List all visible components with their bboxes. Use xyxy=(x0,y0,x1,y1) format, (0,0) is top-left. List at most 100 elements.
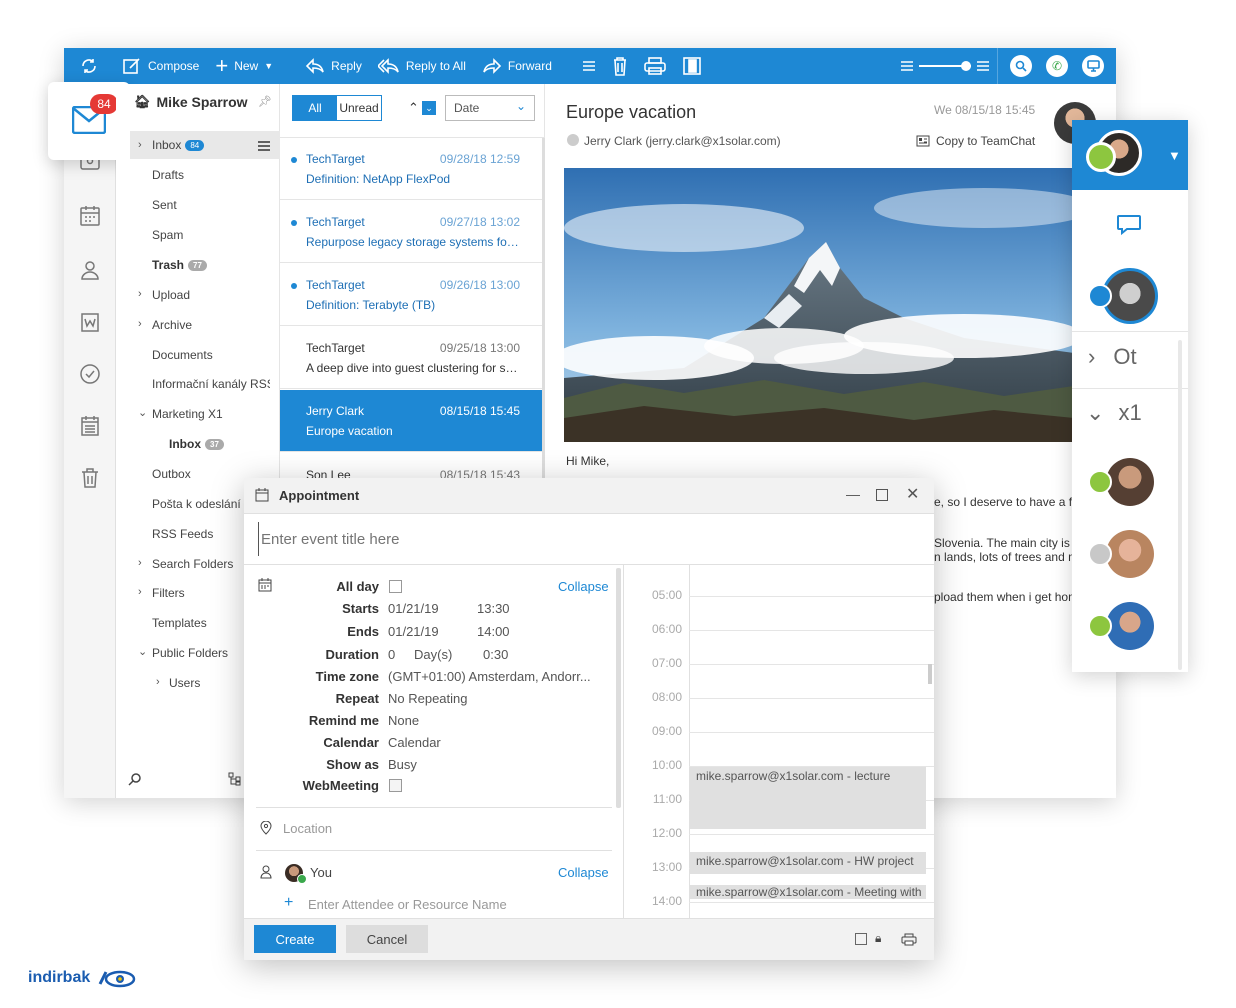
schedule-event[interactable]: mike.sparrow@x1solar.com - lecture xyxy=(690,767,926,829)
folder-marketing[interactable]: Marketing X1 xyxy=(152,407,223,421)
end-time[interactable]: 14:00 xyxy=(477,624,510,639)
trash-nav[interactable] xyxy=(78,466,102,490)
calendar-select[interactable]: Calendar xyxy=(388,735,441,750)
lock-icon[interactable]: 🔒︎ xyxy=(875,931,881,946)
minimize-icon[interactable]: — xyxy=(846,486,860,502)
my-status-online[interactable] xyxy=(1086,142,1116,172)
folder-inbox[interactable]: Inbox 84 xyxy=(152,138,205,152)
print-button[interactable] xyxy=(636,48,674,84)
schedule-event[interactable]: mike.sparrow@x1solar.com - Meeting with xyxy=(690,885,926,899)
folder-upload[interactable]: Upload xyxy=(152,288,190,302)
folder-posta[interactable]: Pošta k odeslání xyxy=(152,497,241,511)
folder-trash[interactable]: Trash 77 xyxy=(152,258,207,272)
phone-button[interactable]: ✆ xyxy=(1046,55,1068,77)
duration-days[interactable]: 0 xyxy=(388,647,395,662)
collapse-link[interactable]: Collapse xyxy=(558,579,609,594)
duration-unit[interactable]: Day(s) xyxy=(414,647,452,662)
contacts-nav[interactable] xyxy=(78,258,102,282)
caret-down-icon[interactable]: ▼ xyxy=(1168,148,1181,163)
printer-icon[interactable] xyxy=(901,933,917,946)
chat-bubble-icon[interactable] xyxy=(1116,214,1142,236)
chat-group-ot[interactable]: › Ot xyxy=(1088,344,1137,370)
all-day-checkbox[interactable] xyxy=(389,580,402,593)
refresh-button[interactable] xyxy=(64,48,114,84)
sort-select[interactable]: Date ⌄ xyxy=(445,95,535,121)
folder-rss-channels[interactable]: Informační kanály RSS xyxy=(152,377,270,391)
remind-select[interactable]: None xyxy=(388,713,419,728)
email-sender[interactable]: Jerry Clark (jerry.clark@x1solar.com) xyxy=(584,134,781,148)
compose-button[interactable]: Compose xyxy=(114,48,207,84)
contact-avatar[interactable] xyxy=(1106,458,1154,506)
reply-button[interactable]: Reply xyxy=(297,48,370,84)
cancel-button[interactable]: Cancel xyxy=(346,925,428,953)
private-checkbox[interactable] xyxy=(855,933,867,945)
start-date[interactable]: 01/21/19 xyxy=(388,601,439,616)
folder-public[interactable]: Public Folders xyxy=(152,646,228,660)
contact-avatar[interactable] xyxy=(1106,530,1154,578)
reply-all-button[interactable]: Reply to All xyxy=(370,48,474,84)
pin-icon[interactable]: 📌︎ xyxy=(258,95,272,108)
message-item[interactable]: TechTarget 09/25/18 13:00 A deep dive into… xyxy=(280,327,544,389)
calendar-grid-nav[interactable] xyxy=(78,204,102,228)
sort-order-icon[interactable]: ⌃ xyxy=(408,100,419,116)
start-time[interactable]: 13:30 xyxy=(477,601,510,616)
show-as-select[interactable]: Busy xyxy=(388,757,417,772)
folder-users[interactable]: Users xyxy=(169,676,200,690)
notes-nav[interactable] xyxy=(78,414,102,438)
search-button[interactable] xyxy=(1010,55,1032,77)
filter-all-button[interactable]: All xyxy=(293,96,337,120)
create-button[interactable]: Create xyxy=(254,925,336,953)
close-icon[interactable]: ✕ xyxy=(906,484,919,504)
message-item[interactable]: TechTarget 09/27/18 13:02 Repurpose legacy… xyxy=(280,201,544,263)
maximize-icon[interactable] xyxy=(876,489,888,501)
menu-button[interactable] xyxy=(574,48,604,84)
chat-scrollbar[interactable] xyxy=(1178,340,1182,670)
attendees-collapse-link[interactable]: Collapse xyxy=(558,865,609,880)
timezone-select[interactable]: (GMT+01:00) Amsterdam, Andorr... xyxy=(388,669,598,684)
message-item-selected[interactable]: Jerry Clark 08/15/18 15:45 Europe vacation xyxy=(280,390,544,452)
forward-button[interactable]: Forward xyxy=(474,48,560,84)
folder-search-folders[interactable]: Search Folders xyxy=(152,557,233,571)
form-scrollbar[interactable] xyxy=(616,568,621,808)
filter-unread-button[interactable]: Unread xyxy=(337,96,381,120)
contact-avatar[interactable] xyxy=(1106,602,1154,650)
list-scrollbar[interactable] xyxy=(542,138,545,478)
folder-marketing-inbox[interactable]: Inbox 37 xyxy=(169,437,224,451)
folder-filters[interactable]: Filters xyxy=(152,586,185,600)
folder-templates[interactable]: Templates xyxy=(152,616,207,630)
documents-nav[interactable] xyxy=(78,310,102,334)
location-input[interactable]: Location xyxy=(283,821,332,836)
sort-dropdown-icon[interactable]: ⌄ xyxy=(422,101,436,115)
repeat-select[interactable]: No Repeating xyxy=(388,691,468,706)
folder-spam[interactable]: Spam xyxy=(152,228,183,242)
folder-menu-icon[interactable] xyxy=(258,140,270,154)
folder-rss-feeds[interactable]: RSS Feeds xyxy=(152,527,213,541)
end-date[interactable]: 01/21/19 xyxy=(388,624,439,639)
folder-sent[interactable]: Sent xyxy=(152,198,177,212)
folder-archive[interactable]: Archive xyxy=(152,318,192,332)
webmeeting-checkbox[interactable] xyxy=(389,779,402,792)
folder-search-button[interactable] xyxy=(128,772,142,789)
schedule-event[interactable]: mike.sparrow@x1solar.com - HW project xyxy=(690,852,926,874)
chat-group-x1[interactable]: ⌄ x1 xyxy=(1086,400,1142,426)
tasks-nav[interactable] xyxy=(78,362,102,386)
add-attendee-icon[interactable]: + xyxy=(284,894,293,912)
folder-outbox[interactable]: Outbox xyxy=(152,467,191,481)
message-item[interactable]: TechTarget 09/28/18 12:59 Definition: NetA… xyxy=(280,138,544,200)
message-item[interactable]: TechTarget 09/26/18 13:00 Definition: Tera… xyxy=(280,264,544,326)
folder-tree-button[interactable] xyxy=(228,772,242,789)
event-title-input[interactable] xyxy=(258,522,918,556)
teamchat-button[interactable] xyxy=(1082,55,1104,77)
reading-pane-button[interactable] xyxy=(674,48,710,84)
schedule-scrollbar[interactable] xyxy=(928,664,932,684)
duration-time[interactable]: 0:30 xyxy=(483,647,508,662)
folder-documents[interactable]: Documents xyxy=(152,348,213,362)
account-header[interactable]: 🏠︎ Mike Sparrow xyxy=(134,94,248,110)
message-item[interactable]: Son Lee 08/15/18 15:43 xyxy=(280,454,544,478)
slider-knob[interactable] xyxy=(961,61,971,71)
attendee-input[interactable]: Enter Attendee or Resource Name xyxy=(308,897,507,912)
copy-to-teamchat-button[interactable]: Copy to TeamChat xyxy=(916,134,1035,148)
folder-drafts[interactable]: Drafts xyxy=(152,168,184,182)
density-slider[interactable] xyxy=(893,48,997,84)
delete-button[interactable] xyxy=(604,48,636,84)
